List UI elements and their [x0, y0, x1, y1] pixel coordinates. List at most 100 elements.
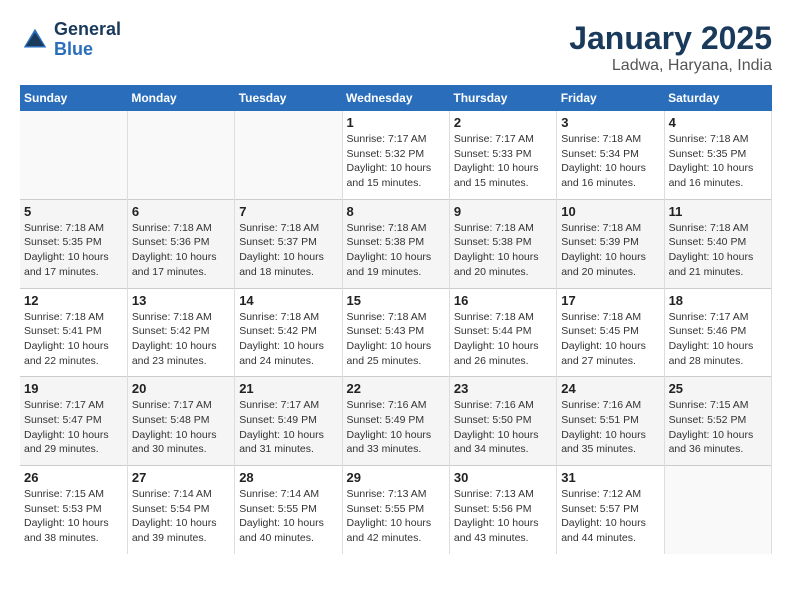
calendar-cell: 25 Sunrise: 7:15 AM Sunset: 5:52 PM Dayli…: [664, 377, 771, 466]
day-info: Sunrise: 7:18 AM Sunset: 5:35 PM Dayligh…: [669, 132, 767, 191]
day-info: Sunrise: 7:17 AM Sunset: 5:32 PM Dayligh…: [347, 132, 445, 191]
day-info: Sunrise: 7:16 AM Sunset: 5:50 PM Dayligh…: [454, 398, 552, 457]
day-info: Sunrise: 7:14 AM Sunset: 5:55 PM Dayligh…: [239, 487, 337, 546]
day-number: 18: [669, 293, 767, 308]
calendar-week-row: 12 Sunrise: 7:18 AM Sunset: 5:41 PM Dayli…: [20, 288, 772, 377]
day-info: Sunrise: 7:17 AM Sunset: 5:49 PM Dayligh…: [239, 398, 337, 457]
logo: General Blue: [20, 20, 121, 60]
day-info: Sunrise: 7:18 AM Sunset: 5:38 PM Dayligh…: [347, 221, 445, 280]
weekday-header-thursday: Thursday: [449, 85, 556, 111]
calendar-cell: [127, 111, 234, 199]
calendar-cell: 7Sunrise: 7:18 AM Sunset: 5:37 PM Daylig…: [235, 199, 342, 288]
day-number: 21: [239, 381, 337, 396]
day-info: Sunrise: 7:13 AM Sunset: 5:55 PM Dayligh…: [347, 487, 445, 546]
calendar-cell: 11 Sunrise: 7:18 AM Sunset: 5:40 PM Dayli…: [664, 199, 771, 288]
calendar-cell: 13 Sunrise: 7:18 AM Sunset: 5:42 PM Dayli…: [127, 288, 234, 377]
calendar-cell: 21 Sunrise: 7:17 AM Sunset: 5:49 PM Dayli…: [235, 377, 342, 466]
day-info: Sunrise: 7:16 AM Sunset: 5:49 PM Dayligh…: [347, 398, 445, 457]
day-number: 16: [454, 293, 552, 308]
day-number: 4: [669, 115, 767, 130]
day-info: Sunrise: 7:18 AM Sunset: 5:45 PM Dayligh…: [561, 310, 659, 369]
weekday-header-friday: Friday: [557, 85, 664, 111]
calendar-cell: 29Sunrise: 7:13 AM Sunset: 5:55 PM Dayli…: [342, 466, 449, 554]
day-number: 1: [347, 115, 445, 130]
weekday-header-wednesday: Wednesday: [342, 85, 449, 111]
logo-text-general: General: [54, 19, 121, 39]
day-info: Sunrise: 7:18 AM Sunset: 5:36 PM Dayligh…: [132, 221, 230, 280]
calendar-cell: 9 Sunrise: 7:18 AM Sunset: 5:38 PM Daylig…: [449, 199, 556, 288]
calendar-week-row: 5 Sunrise: 7:18 AM Sunset: 5:35 PM Daylig…: [20, 199, 772, 288]
day-info: Sunrise: 7:13 AM Sunset: 5:56 PM Dayligh…: [454, 487, 552, 546]
day-number: 30: [454, 470, 552, 485]
day-info: Sunrise: 7:18 AM Sunset: 5:42 PM Dayligh…: [132, 310, 230, 369]
day-info: Sunrise: 7:18 AM Sunset: 5:35 PM Dayligh…: [24, 221, 123, 280]
calendar-cell: 4 Sunrise: 7:18 AM Sunset: 5:35 PM Daylig…: [664, 111, 771, 199]
location: Ladwa, Haryana, India: [569, 57, 772, 75]
calendar-cell: 26 Sunrise: 7:15 AM Sunset: 5:53 PM Dayli…: [20, 466, 127, 554]
day-info: Sunrise: 7:17 AM Sunset: 5:46 PM Dayligh…: [669, 310, 767, 369]
day-number: 15: [347, 293, 445, 308]
day-info: Sunrise: 7:18 AM Sunset: 5:38 PM Dayligh…: [454, 221, 552, 280]
calendar-cell: 28Sunrise: 7:14 AM Sunset: 5:55 PM Dayli…: [235, 466, 342, 554]
calendar-table: SundayMondayTuesdayWednesdayThursdayFrid…: [20, 85, 772, 554]
logo-icon: [20, 25, 50, 55]
day-info: Sunrise: 7:18 AM Sunset: 5:44 PM Dayligh…: [454, 310, 552, 369]
day-info: Sunrise: 7:17 AM Sunset: 5:33 PM Dayligh…: [454, 132, 552, 191]
weekday-header-row: SundayMondayTuesdayWednesdayThursdayFrid…: [20, 85, 772, 111]
day-info: Sunrise: 7:12 AM Sunset: 5:57 PM Dayligh…: [561, 487, 659, 546]
day-number: 19: [24, 381, 123, 396]
day-number: 27: [132, 470, 230, 485]
day-number: 3: [561, 115, 659, 130]
calendar-week-row: 26 Sunrise: 7:15 AM Sunset: 5:53 PM Dayli…: [20, 466, 772, 554]
weekday-header-saturday: Saturday: [664, 85, 771, 111]
day-number: 26: [24, 470, 123, 485]
day-number: 24: [561, 381, 659, 396]
calendar-week-row: 1 Sunrise: 7:17 AM Sunset: 5:32 PM Daylig…: [20, 111, 772, 199]
calendar-cell: 18 Sunrise: 7:17 AM Sunset: 5:46 PM Dayli…: [664, 288, 771, 377]
day-info: Sunrise: 7:17 AM Sunset: 5:47 PM Dayligh…: [24, 398, 123, 457]
day-number: 8: [347, 204, 445, 219]
calendar-cell: 17 Sunrise: 7:18 AM Sunset: 5:45 PM Dayli…: [557, 288, 664, 377]
weekday-header-monday: Monday: [127, 85, 234, 111]
calendar-cell: 15Sunrise: 7:18 AM Sunset: 5:43 PM Dayli…: [342, 288, 449, 377]
weekday-header-sunday: Sunday: [20, 85, 127, 111]
day-number: 25: [669, 381, 767, 396]
calendar-cell: 30 Sunrise: 7:13 AM Sunset: 5:56 PM Dayli…: [449, 466, 556, 554]
calendar-cell: 8 Sunrise: 7:18 AM Sunset: 5:38 PM Daylig…: [342, 199, 449, 288]
calendar-cell: 16 Sunrise: 7:18 AM Sunset: 5:44 PM Dayli…: [449, 288, 556, 377]
day-info: Sunrise: 7:16 AM Sunset: 5:51 PM Dayligh…: [561, 398, 659, 457]
weekday-header-tuesday: Tuesday: [235, 85, 342, 111]
day-number: 12: [24, 293, 123, 308]
calendar-cell: [664, 466, 771, 554]
day-info: Sunrise: 7:18 AM Sunset: 5:40 PM Dayligh…: [669, 221, 767, 280]
day-number: 11: [669, 204, 767, 219]
day-number: 10: [561, 204, 659, 219]
day-number: 17: [561, 293, 659, 308]
day-number: 22: [347, 381, 445, 396]
calendar-cell: 10 Sunrise: 7:18 AM Sunset: 5:39 PM Dayli…: [557, 199, 664, 288]
calendar-cell: 5 Sunrise: 7:18 AM Sunset: 5:35 PM Daylig…: [20, 199, 127, 288]
day-number: 31: [561, 470, 659, 485]
calendar-cell: 23 Sunrise: 7:16 AM Sunset: 5:50 PM Dayli…: [449, 377, 556, 466]
day-number: 5: [24, 204, 123, 219]
page-header: General Blue January 2025 Ladwa, Haryana…: [20, 20, 772, 75]
day-info: Sunrise: 7:18 AM Sunset: 5:39 PM Dayligh…: [561, 221, 659, 280]
day-info: Sunrise: 7:18 AM Sunset: 5:41 PM Dayligh…: [24, 310, 123, 369]
day-info: Sunrise: 7:15 AM Sunset: 5:53 PM Dayligh…: [24, 487, 123, 546]
day-number: 6: [132, 204, 230, 219]
day-number: 9: [454, 204, 552, 219]
logo-text-blue: Blue: [54, 39, 93, 59]
calendar-cell: 14Sunrise: 7:18 AM Sunset: 5:42 PM Dayli…: [235, 288, 342, 377]
day-info: Sunrise: 7:14 AM Sunset: 5:54 PM Dayligh…: [132, 487, 230, 546]
calendar-cell: 20Sunrise: 7:17 AM Sunset: 5:48 PM Dayli…: [127, 377, 234, 466]
calendar-cell: 6 Sunrise: 7:18 AM Sunset: 5:36 PM Daylig…: [127, 199, 234, 288]
calendar-cell: 19 Sunrise: 7:17 AM Sunset: 5:47 PM Dayli…: [20, 377, 127, 466]
calendar-cell: 2Sunrise: 7:17 AM Sunset: 5:33 PM Daylig…: [449, 111, 556, 199]
calendar-week-row: 19 Sunrise: 7:17 AM Sunset: 5:47 PM Dayli…: [20, 377, 772, 466]
day-number: 23: [454, 381, 552, 396]
calendar-cell: 3Sunrise: 7:18 AM Sunset: 5:34 PM Daylig…: [557, 111, 664, 199]
day-number: 7: [239, 204, 337, 219]
day-number: 13: [132, 293, 230, 308]
day-info: Sunrise: 7:15 AM Sunset: 5:52 PM Dayligh…: [669, 398, 767, 457]
calendar-cell: [20, 111, 127, 199]
